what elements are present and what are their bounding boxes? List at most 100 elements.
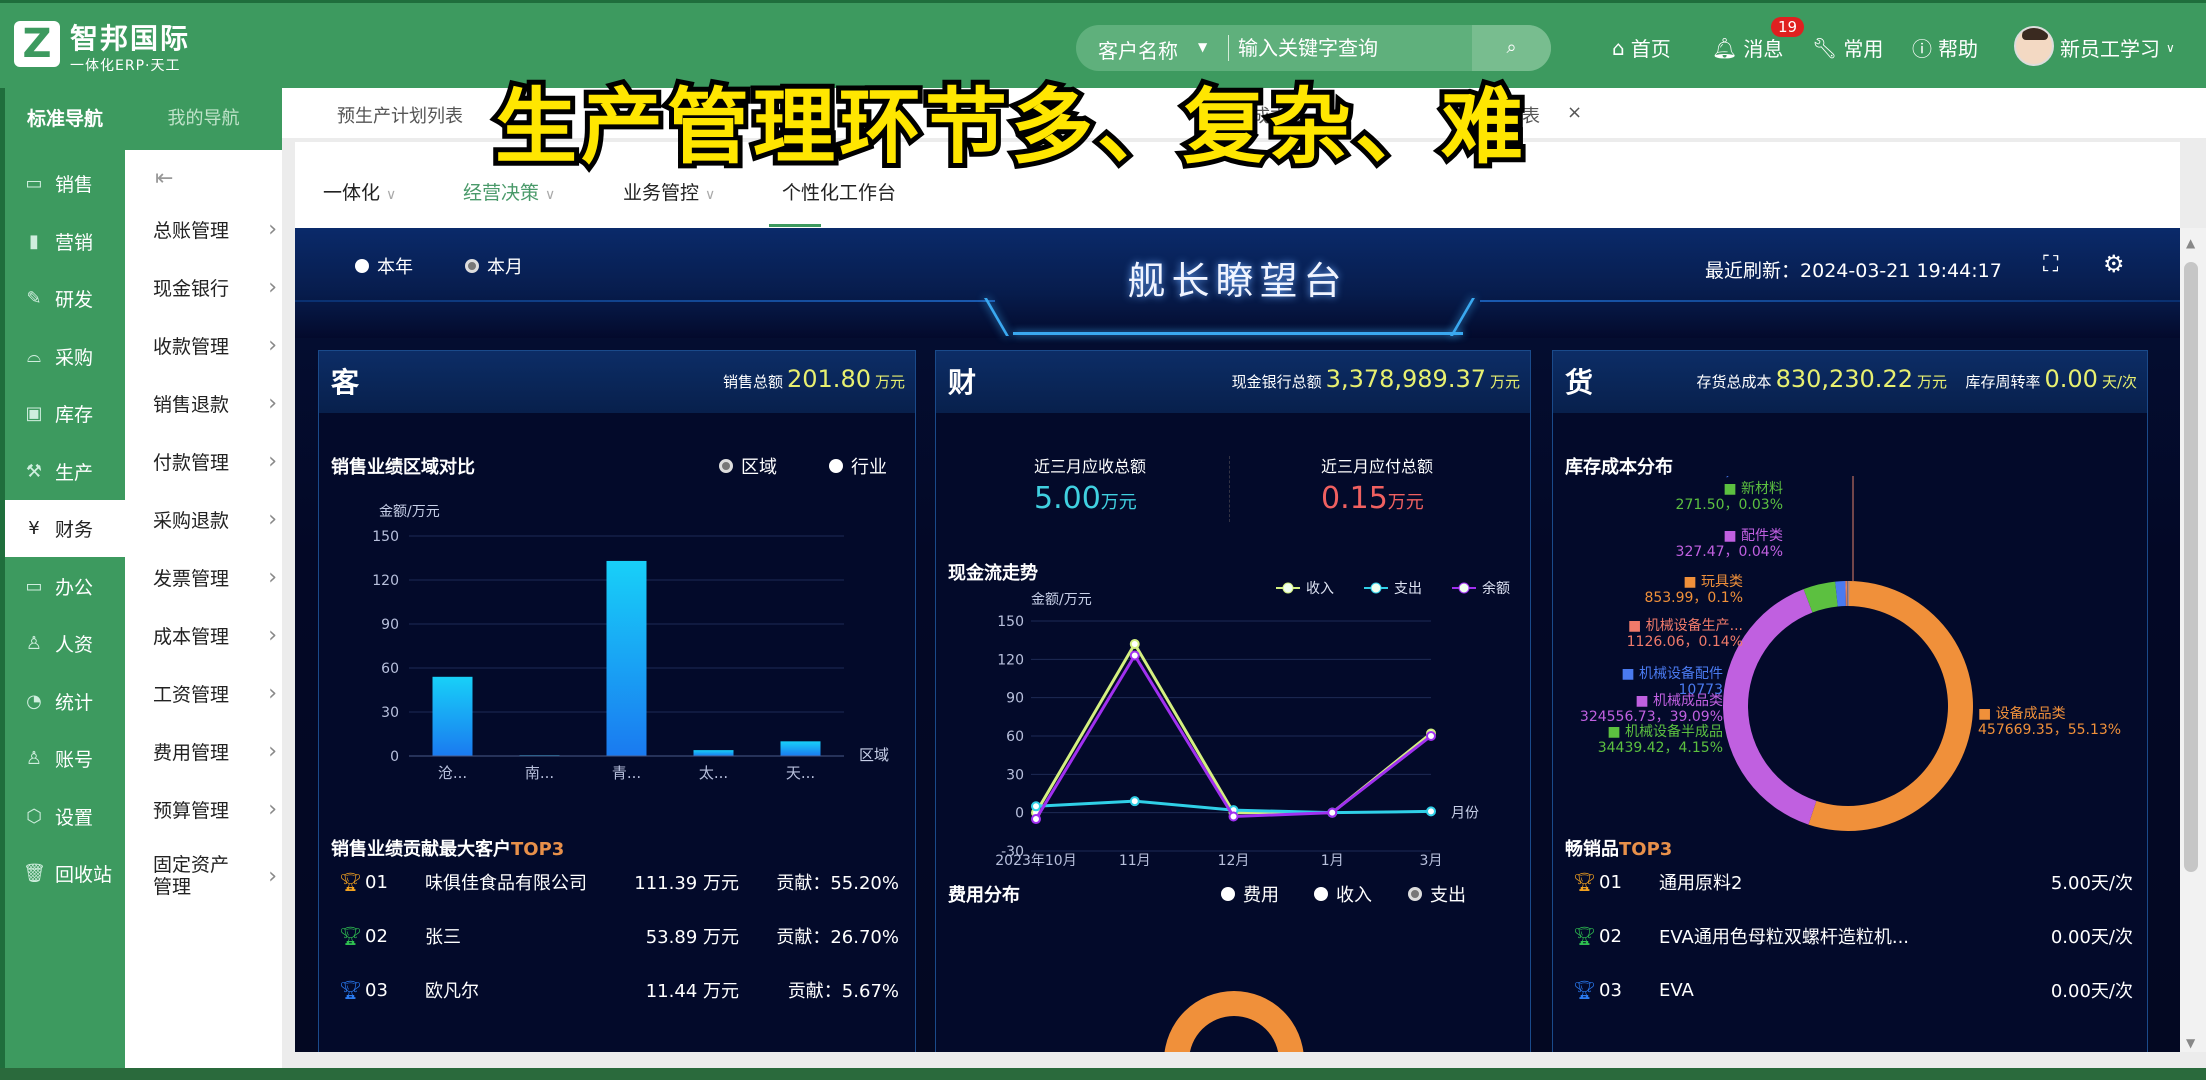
period-this-month-radio[interactable]: 本月 bbox=[465, 253, 523, 279]
bar[interactable] bbox=[693, 750, 734, 756]
sidebar-item-2[interactable]: ✎ 研发 bbox=[5, 270, 125, 327]
brand-name: 智邦国际 bbox=[70, 22, 191, 55]
list-item[interactable]: 🏆︎ 01 味俱佳食品有限公司 111.39 万元 贡献：55.20% bbox=[339, 869, 899, 895]
data-point[interactable] bbox=[1129, 650, 1140, 661]
chevron-right-icon: › bbox=[268, 681, 277, 706]
tab-pre-production-plan[interactable]: 预生产计划列表 bbox=[337, 102, 463, 128]
expense-toggle-fee-radio[interactable]: 费用 bbox=[1221, 881, 1279, 907]
radio-dot[interactable] bbox=[829, 459, 843, 473]
radio-dot[interactable] bbox=[1408, 887, 1422, 901]
list-item[interactable]: 🏆︎ 01 通用原料2 5.00天/次 bbox=[1573, 869, 2133, 895]
pie-slice[interactable] bbox=[1164, 990, 1304, 1052]
list-item[interactable]: 🏆︎ 02 张三 53.89 万元 贡献：26.70% bbox=[339, 923, 899, 949]
list-item[interactable]: 🏆︎ 03 EVA 0.00天/次 bbox=[1573, 977, 2133, 1003]
submenu-label: 总账管理 bbox=[153, 220, 230, 242]
radio-dot[interactable] bbox=[1221, 887, 1235, 901]
legend-marker[interactable] bbox=[1370, 582, 1382, 594]
radio-dot[interactable] bbox=[1314, 887, 1328, 901]
sidebar-item-1[interactable]: ▮ 营销 bbox=[5, 213, 125, 270]
sidebar-item-5[interactable]: ⚒ 生产 bbox=[5, 443, 125, 500]
subnav-business-decision[interactable]: 经营决策 ∨ bbox=[463, 178, 555, 205]
panel-title: 货 bbox=[1565, 366, 1594, 399]
close-icon[interactable]: × bbox=[1567, 102, 1582, 123]
legend-marker[interactable] bbox=[1282, 582, 1294, 594]
collapse-menu-icon[interactable]: ⇤ bbox=[155, 166, 173, 191]
sidebar-item-9[interactable]: ◔ 统计 bbox=[5, 673, 125, 730]
data-point[interactable] bbox=[1129, 796, 1140, 807]
expense-toggle-income-radio[interactable]: 收入 bbox=[1314, 881, 1372, 907]
messages-link[interactable]: 🔔︎ 消息 bbox=[1712, 33, 1783, 62]
radio-dot[interactable] bbox=[465, 259, 479, 273]
data-point[interactable] bbox=[1426, 731, 1436, 741]
bar[interactable] bbox=[432, 676, 473, 756]
sidebar-item-label: 账号 bbox=[55, 749, 94, 771]
series-line-余额[interactable] bbox=[1034, 652, 1432, 820]
data-point[interactable] bbox=[1228, 811, 1239, 822]
bar[interactable] bbox=[780, 741, 821, 756]
scroll-down-icon[interactable]: ▼ bbox=[2186, 1036, 2195, 1050]
tab-standard-nav[interactable]: 标准导航 bbox=[5, 88, 125, 150]
data-point[interactable] bbox=[1426, 806, 1436, 817]
submenu-item[interactable]: 现金银行 › bbox=[153, 274, 277, 301]
tab-my-nav[interactable]: 我的导航 bbox=[125, 88, 282, 150]
unit: 万元 bbox=[1387, 492, 1424, 513]
submenu-item[interactable]: 发票管理 › bbox=[153, 564, 277, 591]
list-item[interactable]: 🏆︎ 03 欧凡尔 11.44 万元 贡献：5.67% bbox=[339, 977, 899, 1003]
user-menu[interactable]: 新员工学习 ∨ bbox=[2060, 33, 2175, 62]
expense-toggle-expense-radio[interactable]: 支出 bbox=[1408, 881, 1466, 907]
pie-slice[interactable] bbox=[1808, 581, 1973, 831]
scroll-up-icon[interactable]: ▲ bbox=[2186, 236, 2195, 250]
pie-label: ■ 设备成品类 bbox=[1978, 705, 2066, 722]
data-point[interactable] bbox=[1031, 814, 1041, 825]
submenu-item[interactable]: 付款管理 › bbox=[153, 448, 277, 475]
radio-dot[interactable] bbox=[719, 459, 733, 473]
period-this-year-radio[interactable]: 本年 bbox=[355, 253, 413, 279]
sidebar-item-6[interactable]: ¥ 财务 bbox=[5, 500, 125, 557]
series-line-收入[interactable] bbox=[1034, 641, 1432, 815]
subnav-business-control[interactable]: 业务管控 ∨ bbox=[623, 178, 715, 205]
subnav-personal-workbench[interactable]: 个性化工作台 bbox=[782, 178, 896, 205]
legend-marker[interactable] bbox=[1458, 582, 1470, 594]
sidebar-item-11[interactable]: ⬡ 设置 bbox=[5, 788, 125, 845]
submenu-item[interactable]: 总账管理 › bbox=[153, 216, 277, 243]
data-point[interactable] bbox=[1327, 807, 1338, 818]
bar[interactable] bbox=[606, 560, 647, 756]
pie-slice[interactable] bbox=[1847, 581, 1849, 607]
y-tick-label: 0 bbox=[390, 749, 399, 765]
toggle-industry-radio[interactable]: 行业 bbox=[829, 453, 887, 479]
submenu-item[interactable]: 成本管理 › bbox=[153, 622, 277, 649]
pie-value-label: 324556.73，39.09% bbox=[1580, 709, 1723, 725]
trash-icon: 🗑︎ bbox=[23, 863, 46, 884]
submenu-item[interactable]: 工资管理 › bbox=[153, 680, 277, 707]
amount: 111.39 万元 bbox=[634, 873, 739, 894]
fullscreen-icon[interactable]: ⛶ bbox=[2043, 252, 2058, 277]
help-link[interactable]: ⓘ 帮助 bbox=[1912, 33, 1978, 62]
submenu-item[interactable]: 费用管理 › bbox=[153, 738, 277, 765]
caret-down-icon[interactable]: ▼ bbox=[1198, 40, 1207, 54]
gear-icon[interactable]: ⚙ bbox=[2103, 250, 2125, 278]
radio-dot[interactable] bbox=[355, 259, 369, 273]
avatar[interactable] bbox=[2014, 26, 2054, 66]
subnav-integrated[interactable]: 一体化 ∨ bbox=[323, 178, 396, 205]
sidebar-item-3[interactable]: ⌓ 采购 bbox=[5, 328, 125, 385]
submenu-item[interactable]: 采购退款 › bbox=[153, 506, 277, 533]
legend-label: 余额 bbox=[1482, 580, 1510, 597]
home-link[interactable]: ⌂ 首页 bbox=[1612, 33, 1671, 62]
list-item[interactable]: 🏆︎ 02 EVA通用色母粒双螺杆造粒机... 0.00天/次 bbox=[1573, 923, 2133, 949]
sidebar-item-10[interactable]: ♙ 账号 bbox=[5, 730, 125, 787]
submenu-item[interactable]: 收款管理 › bbox=[153, 332, 277, 359]
submenu-item[interactable]: 预算管理 › bbox=[153, 796, 277, 823]
submenu-item[interactable]: 固定资产管理 › bbox=[153, 854, 277, 898]
sidebar-item-4[interactable]: ▣ 库存 bbox=[5, 385, 125, 442]
toggle-region-radio[interactable]: 区域 bbox=[719, 453, 777, 479]
scrollbar-thumb[interactable] bbox=[2184, 262, 2198, 872]
favorites-link[interactable]: 🔧︎ 常用 bbox=[1812, 33, 1883, 62]
submenu-item[interactable]: 销售退款 › bbox=[153, 390, 277, 417]
data-point[interactable] bbox=[1129, 639, 1140, 649]
sidebar-item-12[interactable]: 🗑︎ 回收站 bbox=[5, 845, 125, 902]
sidebar-item-8[interactable]: ♙ 人资 bbox=[5, 615, 125, 672]
sidebar-item-0[interactable]: ▭ 销售 bbox=[5, 155, 125, 212]
data-point[interactable] bbox=[1031, 801, 1041, 812]
finance-panel: 财 现金银行总额 3,378,989.37 万元 近三月应收总额 5.00万元 近三… bbox=[935, 350, 1531, 1052]
sidebar-item-7[interactable]: ▭ 办公 bbox=[5, 558, 125, 615]
